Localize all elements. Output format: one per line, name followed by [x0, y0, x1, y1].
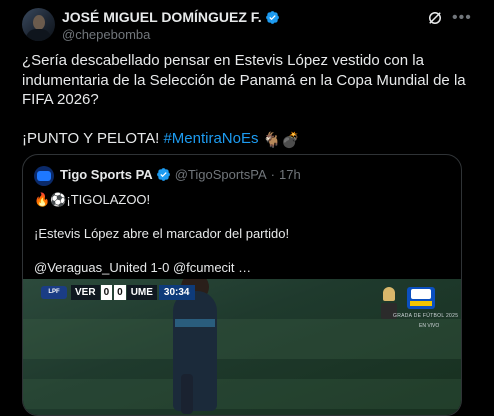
tigo-sports-logo-icon: [407, 287, 435, 309]
hashtag-link[interactable]: #MentiraNoEs: [163, 130, 258, 147]
trophy-cup: [383, 287, 395, 301]
author-name[interactable]: JOSÉ MIGUEL DOMÍNGUEZ F.: [62, 9, 262, 25]
player-leg: [181, 374, 193, 414]
author-name-line[interactable]: JOSÉ MIGUEL DOMÍNGUEZ F.: [62, 9, 280, 25]
goat-bomb-emoji: 🐐💣: [262, 132, 301, 149]
quote-header: Tigo Sports PA @TigoSportsPA · 17h: [60, 167, 301, 182]
post-text: ¿Sería descabellado pensar en Estevis Ló…: [22, 51, 478, 151]
player-jersey-stripe: [175, 319, 215, 327]
tigo-logo-mark: [411, 289, 431, 299]
quote-separator: ·: [270, 167, 275, 182]
quote-author-avatar[interactable]: [34, 166, 54, 186]
more-options-icon[interactable]: •••: [452, 9, 472, 27]
away-score: 0: [114, 285, 126, 300]
pitch-stripe: [23, 319, 461, 359]
post-line-1: ¿Sería descabellado pensar en Estevis Ló…: [22, 52, 466, 108]
match-clock: 30:34: [158, 285, 195, 300]
tigo-logo-icon: [37, 171, 51, 181]
home-score: 0: [100, 285, 113, 300]
broadcast-ticker: GRADA DE FÚTBOL 2025: [393, 313, 459, 319]
post-line-2-prefix: ¡PUNTO Y PELOTA!: [22, 130, 164, 147]
quote-line-3: @Veraguas_United 1-0 @fcumecit …: [34, 260, 252, 275]
quote-line-2: ¡Estevis López abre el marcador del part…: [34, 226, 290, 241]
home-team: VER: [71, 285, 100, 300]
away-team: UME: [126, 285, 157, 300]
quote-timestamp[interactable]: 17h: [279, 167, 301, 182]
player-figure: [173, 291, 217, 411]
quote-author-name[interactable]: Tigo Sports PA: [60, 167, 153, 182]
author-handle[interactable]: @chepebomba: [62, 27, 150, 42]
author-avatar[interactable]: [22, 8, 55, 41]
verified-badge-icon: [265, 10, 279, 24]
quote-text: 🔥⚽¡TIGOLAZOO! ¡Estevis López abre el mar…: [34, 191, 450, 277]
post-header: JOSÉ MIGUEL DOMÍNGUEZ F. @chepebomba •••: [0, 0, 494, 44]
grok-icon[interactable]: [426, 9, 444, 27]
pitch-stripe: [23, 379, 461, 409]
quote-verified-badge-icon: [156, 168, 170, 181]
quote-author-handle[interactable]: @TigoSportsPA: [175, 167, 267, 182]
quote-video[interactable]: LPF VER 0 0 UME 30:34 GRADA DE FÚTBOL 20…: [23, 279, 461, 415]
scoreboard: LPF VER 0 0 UME 30:34: [41, 285, 195, 300]
live-label: EN VIVO: [419, 323, 440, 329]
post-line-2: ¡PUNTO Y PELOTA! #MentiraNoEs 🐐💣: [22, 129, 478, 151]
league-badge: LPF: [41, 286, 67, 299]
avatar-body: [26, 29, 51, 41]
quoted-post[interactable]: Tigo Sports PA @TigoSportsPA · 17h 🔥⚽¡TI…: [22, 154, 462, 416]
quote-line-1: 🔥⚽¡TIGOLAZOO!: [34, 192, 151, 207]
tigo-logo-bar: [410, 301, 432, 306]
avatar-face: [33, 15, 45, 30]
